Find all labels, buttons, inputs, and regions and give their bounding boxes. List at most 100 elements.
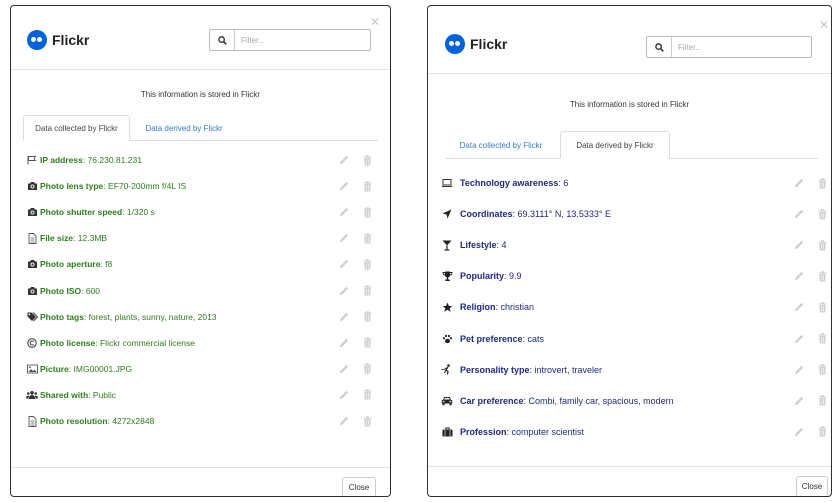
item-text: Popularity: 9.9: [460, 271, 522, 281]
trash-icon[interactable]: [817, 208, 827, 220]
pencil-icon[interactable]: [339, 258, 349, 270]
item-value: : 1/320 s: [122, 207, 155, 218]
pencil-icon[interactable]: [794, 395, 804, 407]
trash-icon[interactable]: [362, 180, 372, 192]
list-item: Pet preference: cats: [428, 329, 831, 349]
item-value: : 4272x2848: [107, 416, 155, 426]
item-text: Pet preference: cats: [460, 334, 544, 344]
item-value: : forest, plants, sunny, nature, 2013: [83, 311, 217, 322]
pencil-icon[interactable]: [794, 177, 804, 189]
pencil-icon[interactable]: [794, 270, 804, 282]
trash-icon[interactable]: [817, 239, 827, 251]
pencil-icon[interactable]: [339, 154, 349, 166]
close-x-icon[interactable]: ✕: [819, 19, 829, 31]
list-item: Technology awareness: 6: [428, 173, 831, 193]
derived-data-dialog: ✕ Flickr This information is stored in F…: [427, 5, 832, 497]
pencil-icon[interactable]: [794, 426, 804, 438]
trash-icon[interactable]: [362, 415, 372, 427]
trash-icon[interactable]: [362, 154, 372, 166]
search-icon[interactable]: [210, 30, 235, 50]
close-button[interactable]: Close: [796, 476, 828, 496]
pencil-icon[interactable]: [794, 239, 804, 251]
item-text: Photo lens type: EF70-200mm f/4L IS: [40, 181, 186, 191]
trash-icon[interactable]: [362, 337, 372, 349]
star-icon: [441, 301, 453, 313]
item-label: Photo shutter speed: [40, 207, 123, 218]
tab-bar: Data collected by Flickr Data derived by…: [23, 114, 378, 141]
flickr-brand: Flickr: [445, 34, 507, 54]
list-item: Personality type: introvert, traveler: [428, 360, 831, 380]
trash-icon[interactable]: [362, 389, 372, 401]
pencil-icon[interactable]: [794, 208, 804, 220]
item-text: Shared with: Public: [40, 390, 116, 400]
item-value: : Flickr commercial license: [95, 337, 195, 348]
pencil-icon[interactable]: [339, 415, 349, 427]
tab-data-derived[interactable]: Data derived by Flickr: [135, 115, 233, 141]
trash-icon[interactable]: [817, 395, 827, 407]
list-item: Popularity: 9.9: [428, 266, 831, 286]
item-value: : Public: [88, 389, 117, 400]
camera-icon: [26, 180, 38, 192]
pencil-icon[interactable]: [794, 333, 804, 345]
tab-data-collected[interactable]: Data collected by Flickr: [23, 115, 130, 141]
list-item: Lifestyle: 4: [428, 235, 831, 255]
row-actions: [781, 333, 827, 345]
row-actions: [326, 389, 372, 401]
tab-data-derived[interactable]: Data derived by Flickr: [560, 131, 670, 159]
pencil-icon[interactable]: [794, 364, 804, 376]
copyright-icon: [26, 337, 38, 349]
item-value: : EF70-200mm f/4L IS: [103, 181, 187, 192]
pencil-icon[interactable]: [339, 311, 349, 323]
pencil-icon[interactable]: [339, 389, 349, 401]
trash-icon[interactable]: [362, 363, 372, 375]
list-item: Photo lens type: EF70-200mm f/4L IS: [11, 176, 390, 196]
row-actions: [326, 180, 372, 192]
close-button[interactable]: Close: [342, 477, 376, 496]
list-item: Photo tags: forest, plants, sunny, natur…: [11, 307, 390, 327]
info-text: This information is stored in Flickr: [569, 100, 690, 109]
trash-icon[interactable]: [817, 301, 827, 313]
trash-icon[interactable]: [817, 177, 827, 189]
pencil-icon[interactable]: [339, 337, 349, 349]
trash-icon[interactable]: [362, 311, 372, 323]
filter-input[interactable]: [672, 37, 811, 57]
trash-icon[interactable]: [817, 270, 827, 282]
close-x-icon[interactable]: ✕: [370, 16, 380, 28]
row-actions: [326, 206, 372, 218]
item-label: Photo lens type: [40, 181, 104, 192]
row-actions: [781, 208, 827, 220]
list-item: Picture: IMG00001.JPG: [11, 359, 390, 379]
item-value: : christian: [495, 302, 535, 313]
trash-icon[interactable]: [817, 426, 827, 438]
item-label: Popularity: [460, 271, 505, 282]
row-actions: [781, 426, 827, 438]
divider: [428, 466, 831, 467]
trash-icon[interactable]: [817, 333, 827, 345]
pencil-icon[interactable]: [339, 232, 349, 244]
cocktail-icon: [441, 239, 453, 251]
tags-icon: [26, 311, 38, 323]
item-value: : f8: [100, 259, 113, 270]
row-actions: [781, 395, 827, 407]
search-icon[interactable]: [647, 37, 672, 57]
divider: [11, 467, 390, 468]
flag-icon: [26, 154, 38, 166]
pencil-icon[interactable]: [339, 285, 349, 297]
item-text: File size: 12.3MB: [40, 233, 107, 243]
row-actions: [326, 232, 372, 244]
list-item: Photo ISO: 600: [11, 281, 390, 301]
trash-icon[interactable]: [817, 364, 827, 376]
row-actions: [326, 258, 372, 270]
trash-icon[interactable]: [362, 285, 372, 297]
trash-icon[interactable]: [362, 232, 372, 244]
tab-data-collected[interactable]: Data collected by Flickr: [445, 131, 557, 159]
item-value: : computer scientist: [506, 426, 585, 437]
filter-input[interactable]: [235, 30, 370, 50]
trash-icon[interactable]: [362, 206, 372, 218]
pencil-icon[interactable]: [339, 180, 349, 192]
trash-icon[interactable]: [362, 258, 372, 270]
pencil-icon[interactable]: [339, 206, 349, 218]
pencil-icon[interactable]: [794, 301, 804, 313]
row-actions: [326, 311, 372, 323]
pencil-icon[interactable]: [339, 363, 349, 375]
